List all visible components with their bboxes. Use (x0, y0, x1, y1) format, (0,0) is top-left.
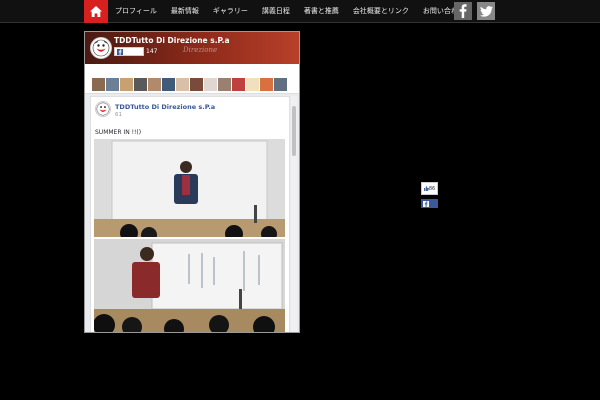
face-avatar[interactable] (148, 78, 161, 91)
post-author-avatar[interactable] (95, 101, 111, 117)
like-page-button[interactable] (114, 47, 144, 56)
post-text: SUMMER IN !!() (95, 129, 142, 136)
face-avatar[interactable] (204, 78, 217, 91)
face-avatar[interactable] (176, 78, 189, 91)
facebook-share-button[interactable] (421, 199, 438, 208)
facebook-icon (423, 200, 429, 207)
face-avatar[interactable] (120, 78, 133, 91)
nav-item-books[interactable]: 著書と推薦 (297, 0, 346, 23)
like-count: 147 (146, 48, 158, 55)
twitter-link[interactable] (477, 2, 495, 20)
facebook-link[interactable] (454, 2, 472, 20)
face-avatar[interactable] (260, 78, 273, 91)
face-avatar[interactable] (190, 78, 203, 91)
timeline-post: TDDTutto Di Direzione s.P.a 61 SUMMER IN… (90, 96, 290, 332)
share-like-counter[interactable]: 86 (421, 182, 438, 195)
facebook-icon (117, 48, 123, 55)
cover-script-text: Direzione (183, 46, 218, 54)
face-avatar[interactable] (218, 78, 231, 91)
post-timestamp[interactable]: 61 (115, 112, 122, 118)
facebook-page-plugin: Direzione TDDTutto Di Direzione s.P.a 14… (84, 31, 300, 333)
page-logo[interactable] (90, 37, 112, 59)
face-avatar[interactable] (246, 78, 259, 91)
nav-menu: プロフィール 最新情報 ギャラリー 講義日程 著書と推薦 会社概要とリンク お問… (108, 0, 472, 23)
post-author-name[interactable]: TDDTutto Di Direzione s.P.a (115, 103, 215, 111)
lecture-photo-image (94, 239, 285, 332)
tdd-logo-icon (92, 39, 110, 57)
friends-faces-row (85, 64, 299, 94)
face-avatar[interactable] (162, 78, 175, 91)
page-name-link[interactable]: TDDTutto Di Direzione s.P.a (114, 36, 230, 45)
lecture-photo-image (94, 139, 285, 237)
home-button[interactable] (84, 0, 108, 23)
nav-item-company[interactable]: 会社概要とリンク (346, 0, 416, 23)
face-avatar[interactable] (106, 78, 119, 91)
face-avatar[interactable] (134, 78, 147, 91)
face-avatar[interactable] (274, 78, 287, 91)
twitter-icon (479, 5, 493, 17)
page: プロフィール 最新情報 ギャラリー 講義日程 著書と推薦 会社概要とリンク お問… (0, 0, 600, 400)
nav-item-gallery[interactable]: ギャラリー (206, 0, 255, 23)
facebook-icon (459, 4, 467, 18)
share-like-count: 86 (428, 185, 436, 192)
post-photo[interactable] (94, 239, 285, 332)
face-avatar[interactable] (92, 78, 105, 91)
home-icon (90, 6, 102, 17)
nav-item-lecture-schedule[interactable]: 講義日程 (255, 0, 297, 23)
nav-item-news[interactable]: 最新情報 (164, 0, 206, 23)
face-avatar[interactable] (232, 78, 245, 91)
tdd-logo-icon (96, 102, 110, 116)
post-photo[interactable] (94, 139, 285, 237)
widget-scrollbar[interactable] (291, 96, 297, 332)
top-navigation: プロフィール 最新情報 ギャラリー 講義日程 著書と推薦 会社概要とリンク お問… (0, 0, 600, 23)
nav-item-profile[interactable]: プロフィール (108, 0, 164, 23)
scrollbar-thumb[interactable] (292, 106, 296, 156)
page-cover[interactable]: Direzione TDDTutto Di Direzione s.P.a 14… (85, 32, 299, 64)
